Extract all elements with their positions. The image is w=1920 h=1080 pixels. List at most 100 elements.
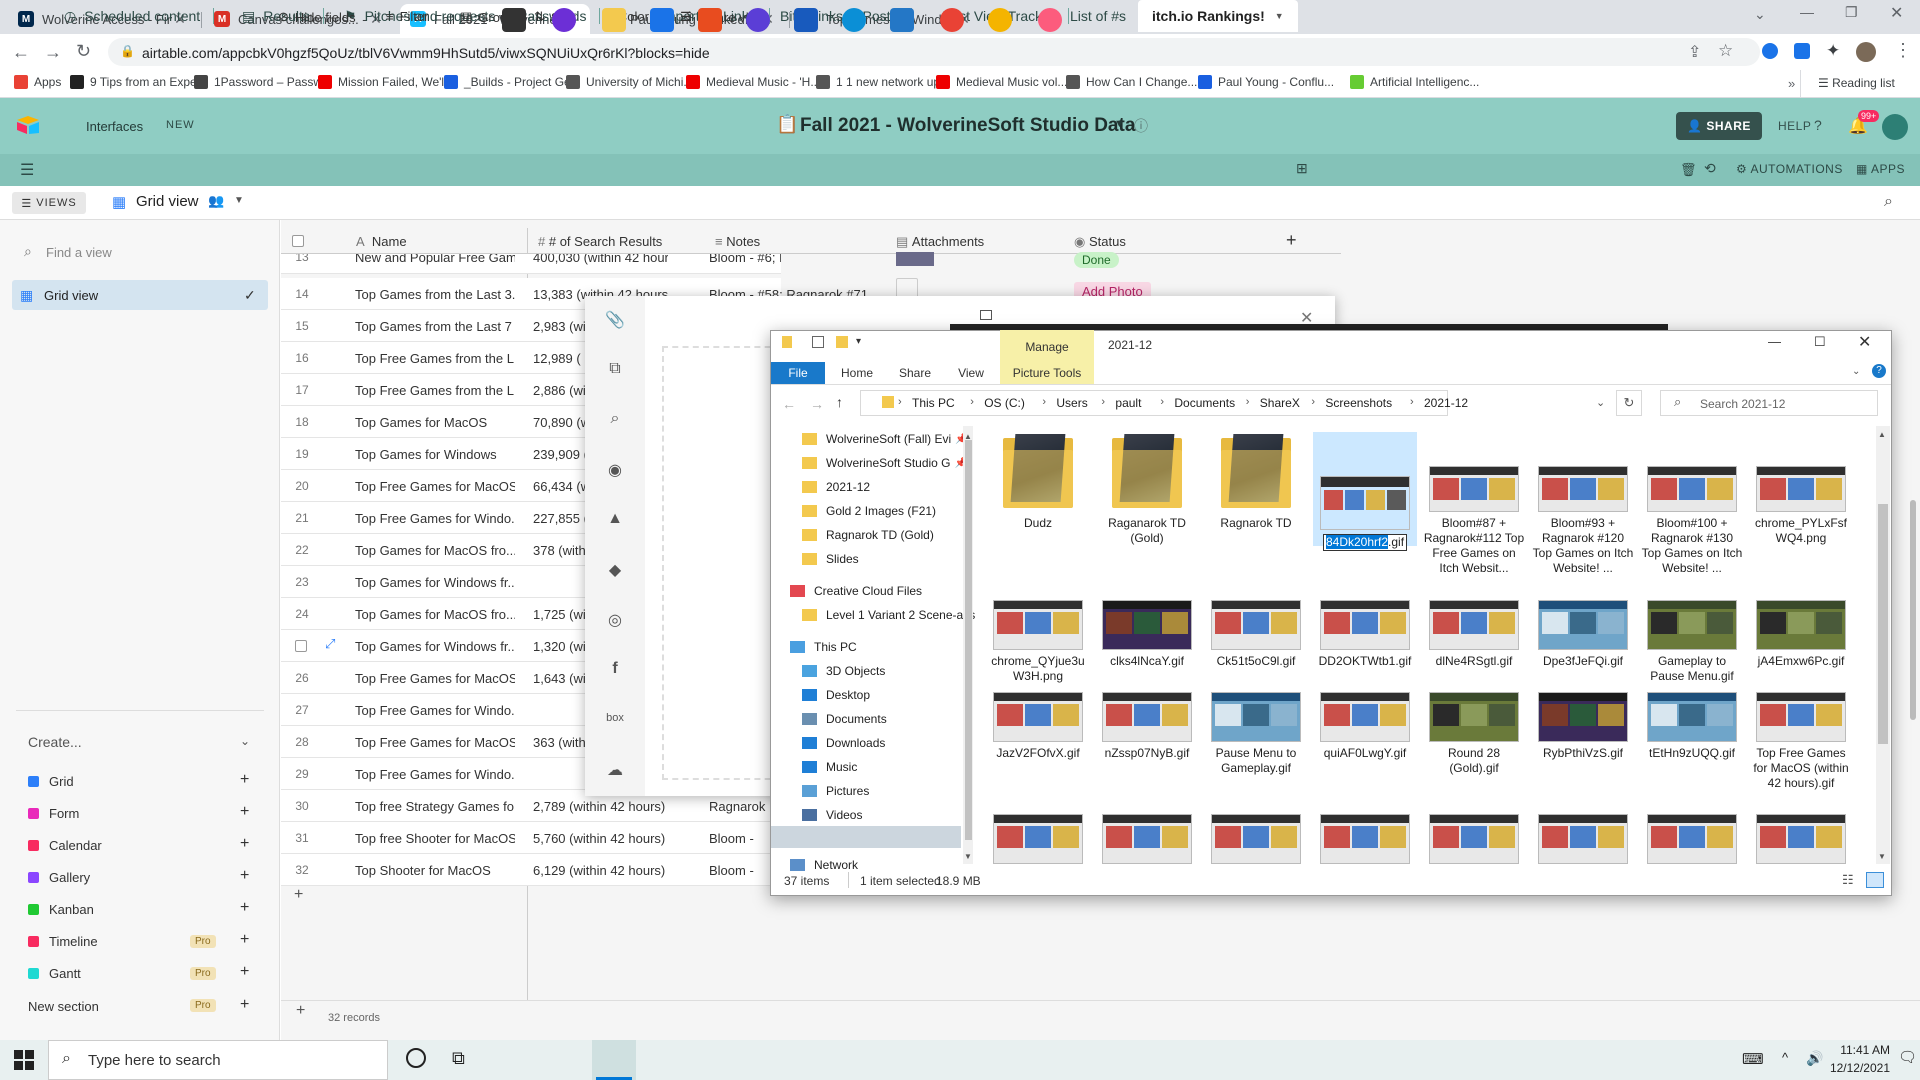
row-name-cell[interactable]: Top Games for Windows <box>355 447 515 462</box>
table-row[interactable]: 32 Top Shooter for MacOS 6,129 (within 42 … <box>281 854 781 886</box>
file-explorer-icon[interactable] <box>602 8 626 32</box>
google-drive-icon[interactable]: ▲ <box>604 510 626 532</box>
file-tile[interactable]: Round 28 (Gold).gif <box>1422 692 1526 776</box>
refresh-icon[interactable]: ↻ <box>1616 390 1642 416</box>
ribbon-tab-file[interactable]: File <box>771 362 825 384</box>
modal-maximize-icon[interactable] <box>980 310 992 320</box>
file-tile[interactable]: Top Games for <box>1531 814 1635 864</box>
file-tile[interactable]: DD2OKTWtb1.gif <box>1313 600 1417 669</box>
minimize-button[interactable]: — <box>1768 334 1781 349</box>
chevron-down-icon[interactable]: ⌄ <box>240 734 250 748</box>
create-view-calendar[interactable]: Calendar <box>28 838 102 853</box>
add-view-icon[interactable]: + <box>240 931 249 949</box>
file-tile[interactable]: Bloom#93 + Ragnarok #120 Top Games on It… <box>1531 432 1635 576</box>
column-header-name[interactable]: A Name <box>356 234 407 249</box>
row-name-cell[interactable]: Top free Shooter for MacOS <box>355 831 515 846</box>
clock-time[interactable]: 11:41 AM <box>1830 1043 1890 1057</box>
large-icons-view-icon[interactable] <box>1866 872 1884 888</box>
nav-item-this-pc[interactable]: This PC <box>790 640 857 654</box>
breadcrumb-4[interactable]: Documents <box>1174 396 1235 410</box>
row-name-cell[interactable]: Top Free Games for MacOS... <box>355 735 515 750</box>
row-name-cell[interactable]: Top Free Games from the L... <box>355 383 515 398</box>
box-icon[interactable]: box <box>604 712 626 734</box>
automations-button[interactable]: ⚙ AUTOMATIONS <box>1736 162 1843 176</box>
help-icon[interactable]: ? <box>1814 117 1822 133</box>
row-checkbox[interactable] <box>295 640 307 652</box>
airtable-logo[interactable] <box>16 115 40 135</box>
nav-item-3d-objects[interactable]: 3D Objects <box>802 664 885 678</box>
row-name-cell[interactable]: Top Free Games for MacOS <box>355 479 515 494</box>
breadcrumb-1[interactable]: OS (C:) <box>984 396 1025 410</box>
interfaces-link[interactable]: Interfaces <box>86 119 143 134</box>
chevron-down-icon[interactable]: ▼ <box>1114 118 1125 130</box>
facebook-icon[interactable]: f <box>604 660 626 682</box>
user-avatar[interactable] <box>1882 114 1908 140</box>
file-tile[interactable]: Top Free Games <box>1204 814 1308 864</box>
table-row[interactable]: 13 New and Popular Free Gam... 400,030 (wi… <box>281 254 781 274</box>
ribbon-tab-share[interactable]: Share <box>890 362 940 384</box>
nav-item-wolverinesoft-studio-g[interactable]: WolverineSoft Studio G 📌 <box>802 456 967 470</box>
find-view-input[interactable]: Find a view <box>46 245 112 260</box>
select-all-checkbox[interactable] <box>292 235 304 247</box>
scrollbar-thumb[interactable] <box>1878 504 1888 744</box>
share-page-icon[interactable]: ⇪ <box>1688 42 1701 62</box>
path-dropdown-icon[interactable]: ⌄ <box>1596 396 1605 409</box>
file-tile[interactable]: quiAF0LwgY.gif <box>1313 692 1417 761</box>
bookmark-item[interactable]: Mission Failed, We'l... <box>318 75 454 89</box>
add-view-icon[interactable]: + <box>240 963 249 981</box>
breadcrumb-2[interactable]: Users <box>1056 396 1087 410</box>
chrome-canary-icon[interactable] <box>988 8 1012 32</box>
share-button[interactable]: 👤 SHARE <box>1676 112 1762 140</box>
add-field-button[interactable]: + <box>1286 230 1297 251</box>
file-tile[interactable]: Top Free Games <box>1095 814 1199 864</box>
edge-icon[interactable] <box>842 8 866 32</box>
scroll-down-icon[interactable]: ▼ <box>964 852 972 861</box>
row-name-cell[interactable]: Top Free Games for Windo... <box>355 767 515 782</box>
breadcrumb-5[interactable]: ShareX <box>1260 396 1300 410</box>
chevron-down-icon[interactable]: ▼ <box>1275 11 1284 21</box>
windows-start-icon[interactable] <box>14 1050 34 1070</box>
file-tile[interactable]: Top Games for <box>1422 814 1526 864</box>
breadcrumb-0[interactable]: This PC <box>912 396 955 410</box>
file-tile[interactable]: Top Free Games <box>1313 814 1417 864</box>
views-toggle[interactable]: ☰ VIEWS <box>12 192 86 214</box>
hamburger-icon[interactable]: ☰ <box>20 160 34 180</box>
nav-item-pictures[interactable]: Pictures <box>802 784 869 798</box>
base-title[interactable]: Fall 2021 - WolverineSoft Studio Data <box>800 115 1135 137</box>
close-button[interactable]: ✕ <box>1858 332 1871 352</box>
forward-arrow-icon[interactable]: → <box>44 42 62 63</box>
ribbon-tab-picture-tools[interactable]: Picture Tools <box>1000 362 1094 384</box>
nav-item-downloads[interactable]: Downloads <box>802 736 885 750</box>
row-name-cell[interactable]: Top Free Games from the L... <box>355 351 515 366</box>
grid-scrollbar[interactable] <box>1910 500 1916 720</box>
add-view-icon[interactable]: + <box>240 771 249 789</box>
profile-avatar[interactable] <box>1856 42 1876 62</box>
chevron-down-icon[interactable]: ▼ <box>234 195 244 206</box>
paperclip-icon[interactable]: 📎 <box>604 310 626 332</box>
row-height-icon[interactable]: ☰ <box>680 9 692 25</box>
tray-expand-icon[interactable]: ^ <box>1782 1050 1788 1065</box>
create-view-gantt[interactable]: Gantt <box>28 966 81 981</box>
mail-icon[interactable] <box>650 8 674 32</box>
search-icon[interactable]: ⌕ <box>604 410 626 432</box>
clock-date[interactable]: 12/12/2021 <box>1822 1061 1890 1075</box>
bookmark-item[interactable]: Paul Young - Conflu... <box>1198 75 1334 89</box>
row-name-cell[interactable]: Top Shooter for MacOS <box>355 863 515 878</box>
apps-button[interactable]: ▦ APPS <box>1856 162 1905 176</box>
file-rename-input[interactable]: 84Dk20hrf2.gif <box>1322 534 1408 551</box>
bookmark-item[interactable]: _Builds - Project Ge... <box>444 75 581 89</box>
row-name-cell[interactable]: Top Free Games for Windo... <box>355 511 515 526</box>
quick-access-dropdown-icon[interactable]: ▾ <box>856 336 861 347</box>
collaborators-icon[interactable]: 👥 <box>208 193 224 209</box>
restore-window-button[interactable]: ❐ <box>1845 4 1858 21</box>
forward-arrow-icon[interactable]: → <box>810 396 824 412</box>
speaker-icon[interactable]: 🔊 <box>1806 1050 1823 1067</box>
tab-search-icon[interactable]: ⌄ <box>1754 6 1766 23</box>
table-tab[interactable]: ◷ Scheduled content <box>64 0 215 32</box>
row-name-cell[interactable]: Top free Strategy Games fo... <box>355 799 515 814</box>
row-name-cell[interactable]: Top Games for MacOS fro... <box>355 543 515 558</box>
file-tile[interactable]: 84Dk20hrf2.gif <box>1313 432 1417 551</box>
bookmark-item[interactable]: 9 Tips from an Expe... <box>70 75 207 89</box>
row-notes-cell[interactable]: Bloom - #6; Ragnarok - #8 <box>709 254 781 265</box>
extension-icon[interactable] <box>1762 43 1778 59</box>
